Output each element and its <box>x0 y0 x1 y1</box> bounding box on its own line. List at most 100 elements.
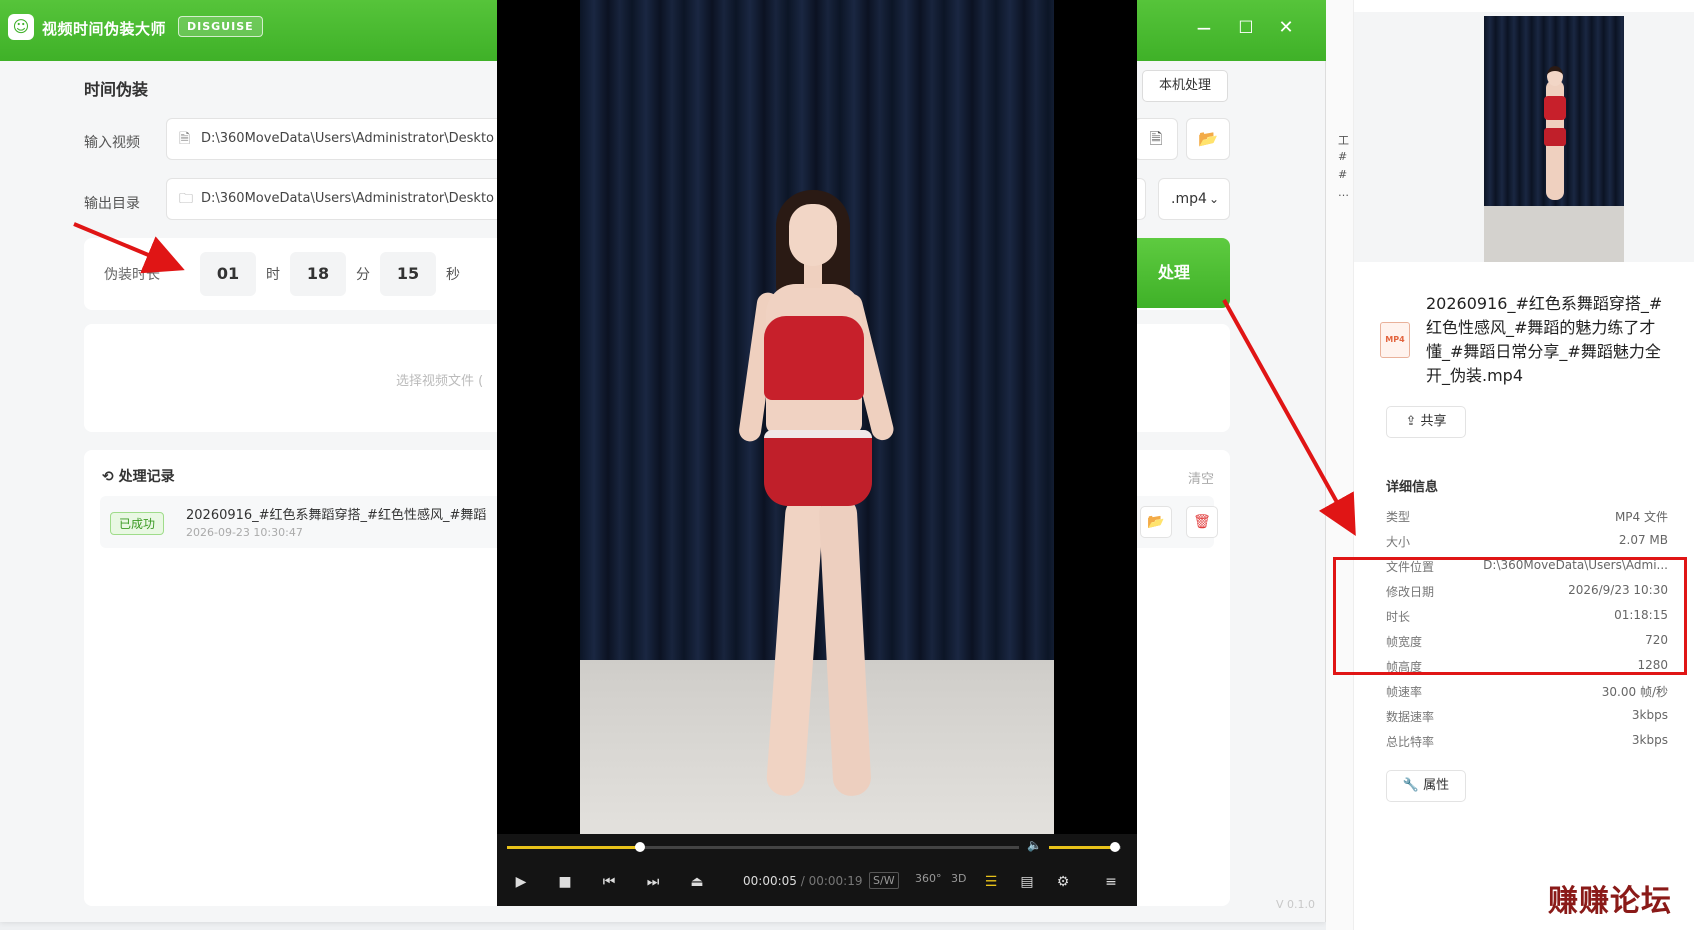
player-controls: 🔈 ▶ ■ ⏮ ⏭ ⏏ 00:00:05 / 00:00:19 S/W 360°… <box>497 834 1137 906</box>
play-button[interactable]: ▶ <box>507 870 535 894</box>
input-video-path: D:\360MoveData\Users\Administrator\Deskt… <box>201 131 495 146</box>
play-icon: ▶ <box>515 874 527 890</box>
history-title: ⟲ 处理记录 <box>102 469 175 485</box>
open-location-button[interactable]: 📂 <box>1140 506 1172 538</box>
folder-icon: 🗀 <box>179 191 193 207</box>
video-frame[interactable] <box>580 0 1054 834</box>
file-name: 20260916_#红色系舞蹈穿搭_#红色性感风_#舞蹈的魅力练了才懂_#舞蹈日… <box>1426 294 1663 385</box>
seconds-unit: 秒 <box>446 267 460 283</box>
input-video-label: 输入视频 <box>84 135 140 151</box>
subtitle-button[interactable]: ▤ <box>1013 870 1041 894</box>
next-button[interactable]: ⏭ <box>639 870 667 894</box>
app-title: 视频时间伪装大师 <box>42 20 167 38</box>
skip-forward-icon: ⏭ <box>646 874 660 890</box>
thumbnail-floor <box>1484 206 1624 262</box>
wrench-icon: 🔧 <box>1402 778 1420 793</box>
stop-icon: ■ <box>558 874 572 890</box>
edge-char: 工 <box>1338 134 1349 147</box>
pane-edge: 工 # # … <box>1326 0 1354 930</box>
section-title: 时间伪装 <box>84 80 149 99</box>
volume-handle[interactable] <box>1110 842 1121 852</box>
settings-button[interactable]: ⚙ <box>1049 870 1077 894</box>
hours-unit: 时 <box>266 267 280 283</box>
eject-icon: ⏏ <box>690 874 704 890</box>
info-row: 数据速率 3kbps <box>1386 708 1668 724</box>
app-badge: DISGUISE <box>178 16 263 37</box>
trash-icon: 🗑 <box>1193 514 1211 530</box>
history-timestamp: 2026-09-23 10:30:47 <box>186 526 303 539</box>
local-process-button[interactable]: 本机处理 <box>1142 70 1228 102</box>
video-thumbnail[interactable] <box>1484 16 1624 262</box>
3d-button[interactable]: 3D <box>951 872 966 885</box>
output-dir-path: D:\360MoveData\Users\Administrator\Deskt… <box>201 191 495 206</box>
info-row: 总比特率 3kbps <box>1386 733 1668 749</box>
folder-icon: 📂 <box>1147 514 1165 530</box>
app-logo-icon: ☺ <box>8 14 34 40</box>
delete-record-button[interactable]: 🗑 <box>1186 506 1218 538</box>
stop-button[interactable]: ■ <box>551 870 579 894</box>
share-button[interactable]: ⇪ 共享 <box>1386 406 1466 438</box>
open-folder-button[interactable]: 📂 <box>1186 118 1230 160</box>
dancer-red-shorts <box>764 430 872 506</box>
seek-bar[interactable] <box>507 842 1019 852</box>
chevron-down-icon: ⌄ <box>1208 192 1219 206</box>
info-row: 大小 2.07 MB <box>1386 533 1668 549</box>
version-label: V 0.1.0 <box>1276 898 1316 911</box>
folder-open-icon: 📂 <box>1198 129 1218 148</box>
menu-button[interactable]: ≡ <box>1097 870 1125 894</box>
seconds-input[interactable]: 15 <box>380 252 436 296</box>
pick-file-button[interactable]: 🗎 <box>1134 118 1178 160</box>
highlight-box <box>1333 557 1687 675</box>
playlist-search-button[interactable]: ☰ <box>977 870 1005 894</box>
vr-360-button[interactable]: 360° <box>915 872 942 885</box>
seek-progress <box>507 846 641 849</box>
gear-icon: ⚙ <box>1056 874 1070 890</box>
list-search-icon: ☰ <box>984 874 998 890</box>
minimize-button[interactable]: − <box>1190 14 1218 42</box>
screen: ☺ 视频时间伪装大师 DISGUISE − ☐ ✕ 时间伪装 本机处理 输入视频… <box>0 0 1694 930</box>
thumbnail-area <box>1354 12 1694 262</box>
eject-button[interactable]: ⏏ <box>683 870 711 894</box>
dancer-head <box>789 204 837 266</box>
floor <box>580 660 1054 834</box>
volume-slider[interactable] <box>1049 842 1121 852</box>
document-icon: 🗎 <box>1149 129 1163 148</box>
seek-handle[interactable] <box>635 842 646 852</box>
total-time: / 00:00:19 <box>800 874 863 888</box>
info-row: 帧速率 30.00 帧/秒 <box>1386 685 1668 699</box>
hamburger-icon: ≡ <box>1105 874 1117 890</box>
properties-button[interactable]: 🔧 属性 <box>1386 770 1466 802</box>
subtitle-icon: ▤ <box>1020 874 1034 890</box>
history-icon: ⟲ <box>102 469 114 485</box>
duration-label: 伪装时长 <box>104 267 160 283</box>
edge-char: # <box>1338 150 1348 163</box>
thumbnail-figure-head <box>1547 66 1563 86</box>
history-file-name: 20260916_#红色系舞蹈穿搭_#红色性感风_#舞蹈 <box>186 508 487 523</box>
close-button[interactable]: ✕ <box>1272 14 1300 42</box>
minutes-input[interactable]: 18 <box>290 252 346 296</box>
edge-char: # <box>1338 168 1348 181</box>
time-display: 00:00:05 / 00:00:19 <box>743 874 863 888</box>
info-row: 类型 MP4 文件 <box>1386 510 1668 524</box>
current-time: 00:00:05 <box>743 874 797 888</box>
drop-hint: 选择视频文件 ( <box>396 374 484 389</box>
watermark: 赚赚论坛 <box>1548 884 1672 919</box>
file-icon: 🗎 <box>179 131 191 147</box>
volume-icon[interactable]: 🔈 <box>1027 838 1042 852</box>
clear-history-button[interactable]: 清空 <box>1188 468 1214 487</box>
sw-decoder-badge[interactable]: S/W <box>869 872 899 889</box>
minutes-unit: 分 <box>356 267 370 283</box>
format-value: .mp4 <box>1171 191 1207 207</box>
hours-input[interactable]: 01 <box>200 252 256 296</box>
thumbnail-figure-shorts <box>1544 128 1566 146</box>
mp4-file-icon: MP4 <box>1380 322 1410 358</box>
skip-back-icon: ⏮ <box>602 874 616 890</box>
edge-char: … <box>1338 186 1349 199</box>
previous-button[interactable]: ⏮ <box>595 870 623 894</box>
share-icon: ⇪ <box>1405 414 1417 429</box>
details-heading: 详细信息 <box>1386 480 1439 495</box>
maximize-button[interactable]: ☐ <box>1232 14 1260 42</box>
format-select[interactable]: .mp4 ⌄ <box>1158 178 1230 220</box>
video-player: 🔈 ▶ ■ ⏮ ⏭ ⏏ 00:00:05 / 00:00:19 S/W 360°… <box>497 0 1137 906</box>
status-badge: 已成功 <box>110 512 165 535</box>
